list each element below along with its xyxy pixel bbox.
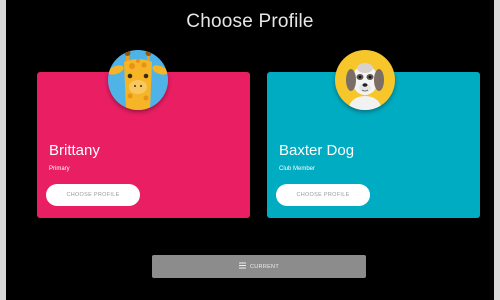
frame-edge-left (0, 0, 6, 300)
profile-name: Brittany (49, 142, 100, 159)
frame-edge-right (494, 0, 500, 300)
profile-name: Baxter Dog (279, 142, 355, 159)
current-button[interactable]: CURRENT (152, 255, 366, 278)
profile-role: Primary (49, 166, 70, 172)
giraffe-avatar-icon (108, 50, 168, 110)
current-button-label: CURRENT (250, 263, 279, 270)
profile-screen: Choose Profile Brittany Primary CHOOSE P… (0, 0, 500, 300)
choose-profile-button[interactable]: CHOOSE PROFILE (276, 184, 370, 206)
page-title: Choose Profile (186, 11, 314, 32)
list-icon (239, 262, 246, 271)
profile-role: Club Member (279, 166, 316, 172)
choose-profile-button[interactable]: CHOOSE PROFILE (46, 184, 140, 206)
dog-avatar-icon (335, 50, 395, 110)
